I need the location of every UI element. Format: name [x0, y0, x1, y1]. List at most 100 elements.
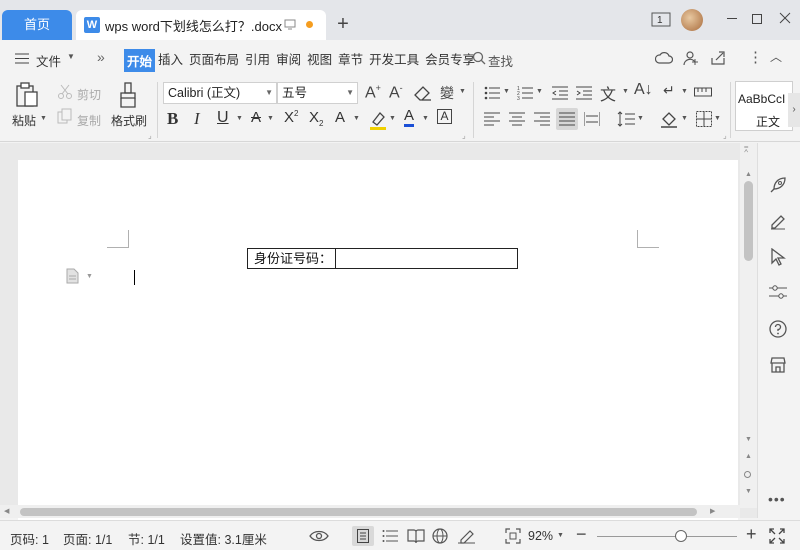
zoom-slider-thumb[interactable] — [675, 530, 687, 542]
hamburger-icon[interactable] — [15, 53, 29, 64]
eye-protection-icon[interactable] — [309, 529, 329, 543]
cloud-sync-icon[interactable] — [655, 51, 673, 65]
id-number-input-cell[interactable] — [336, 249, 517, 268]
justify-button[interactable] — [556, 108, 578, 130]
tab-home[interactable]: 首页 — [2, 10, 72, 40]
store-icon[interactable] — [769, 356, 787, 374]
paste-icon[interactable] — [15, 82, 39, 108]
select-pointer-icon[interactable] — [770, 248, 786, 266]
distributed-align-icon[interactable] — [584, 112, 600, 126]
font-name-select[interactable]: Calibri (正文) ▼ — [163, 82, 277, 104]
strikethrough-dropdown-icon[interactable]: ▼ — [267, 115, 274, 122]
reading-view-icon[interactable] — [407, 528, 425, 544]
shading-dropdown-icon[interactable]: ▼ — [681, 115, 688, 122]
cut-button[interactable]: 剪切 — [77, 86, 101, 103]
scroll-left-icon[interactable]: ◀ — [4, 507, 9, 515]
scroll-up-icon[interactable]: ▲ — [745, 171, 752, 178]
paragraph-launcher-icon[interactable]: ⌟ — [723, 131, 727, 140]
sort-icon[interactable]: A↓ — [634, 81, 653, 99]
status-page-number[interactable]: 页码: 1 — [10, 529, 49, 548]
bullet-list-icon[interactable] — [484, 86, 500, 100]
format-painter-button[interactable]: 格式刷 — [111, 112, 147, 129]
zoom-level[interactable]: 92% — [528, 529, 553, 543]
bullet-dropdown-icon[interactable]: ▼ — [503, 88, 510, 95]
superscript-button[interactable]: X2 — [284, 109, 298, 126]
search-icon[interactable] — [472, 51, 486, 65]
export-icon[interactable] — [710, 50, 726, 66]
menu-tab-3[interactable]: 引用 — [242, 49, 273, 72]
page-view-button[interactable] — [352, 526, 374, 546]
paragraph-handle-dropdown-icon[interactable]: ▼ — [86, 273, 93, 280]
style-normal-tile[interactable]: AaBbCcI 正文 — [735, 81, 793, 131]
settings-sliders-icon[interactable] — [769, 284, 787, 300]
underline-dropdown-icon[interactable]: ▼ — [236, 115, 243, 122]
phonetic-dropdown-icon[interactable]: ▼ — [459, 88, 466, 95]
show-marks-dropdown-icon[interactable]: ▼ — [681, 88, 688, 95]
format-painter-icon[interactable] — [118, 82, 138, 108]
strikethrough-button[interactable]: A — [251, 109, 261, 126]
font-color-button[interactable]: A — [404, 108, 415, 127]
styles-scroll-right-icon[interactable]: › — [788, 93, 800, 127]
more-tabs-icon[interactable]: » — [97, 49, 105, 65]
close-button[interactable] — [778, 11, 792, 25]
search-label[interactable]: 查找 — [488, 51, 513, 70]
menu-tab-2[interactable]: 页面布局 — [186, 49, 242, 72]
numbered-dropdown-icon[interactable]: ▼ — [536, 88, 543, 95]
collapse-ribbon-icon[interactable]: ︿ — [770, 48, 782, 65]
grow-font-icon[interactable]: A+ — [365, 83, 381, 102]
pen-edit-icon[interactable] — [769, 212, 787, 230]
italic-button[interactable]: I — [194, 109, 200, 129]
maximize-button[interactable] — [752, 14, 762, 24]
prev-page-icon[interactable]: ▲ — [745, 453, 752, 460]
text-effect-button[interactable]: A — [335, 109, 345, 126]
more-options-icon[interactable]: ⋮ — [748, 48, 763, 66]
font-color-dropdown-icon[interactable]: ▼ — [422, 115, 429, 122]
document-page[interactable]: 身份证号码： ▼ — [18, 160, 738, 520]
scroll-right-icon[interactable]: ▶ — [710, 507, 715, 515]
numbered-list-icon[interactable]: 123 — [517, 86, 533, 100]
zoom-in-button[interactable]: + — [746, 524, 757, 545]
minimize-button[interactable] — [727, 18, 737, 19]
status-setting-value[interactable]: 设置值: 3.1厘米 — [180, 529, 267, 548]
bold-button[interactable]: B — [167, 109, 178, 129]
line-spacing-dropdown-icon[interactable]: ▼ — [637, 115, 644, 122]
align-center-icon[interactable] — [509, 112, 525, 126]
screen-icon[interactable] — [284, 18, 296, 30]
help-icon[interactable] — [769, 320, 787, 338]
phonetic-guide-icon[interactable]: 變 — [440, 83, 454, 103]
fullscreen-icon[interactable] — [769, 528, 785, 544]
scissors-icon[interactable] — [57, 84, 73, 100]
file-dropdown-icon[interactable]: ▼ — [67, 52, 75, 61]
tab-document[interactable]: W wps word下划线怎么打？.docx — [76, 10, 326, 40]
menu-file[interactable]: 文件 — [33, 51, 64, 70]
menu-tab-7[interactable]: 开发工具 — [366, 49, 422, 72]
scroll-top-icon[interactable]: ⩞ — [744, 147, 748, 155]
align-right-icon[interactable] — [534, 112, 550, 126]
horizontal-scrollbar[interactable]: ◀ ▶ — [0, 505, 740, 518]
menu-tab-8[interactable]: 会员专享 — [422, 49, 478, 72]
paste-dropdown-icon[interactable]: ▼ — [40, 115, 47, 122]
highlight-dropdown-icon[interactable]: ▼ — [389, 115, 396, 122]
underline-button[interactable]: U — [217, 109, 229, 127]
web-view-icon[interactable] — [432, 528, 448, 544]
status-page-count[interactable]: 页面: 1/1 — [63, 529, 112, 548]
scroll-down-icon[interactable]: ▼ — [745, 436, 752, 443]
paste-button[interactable]: 粘贴 — [12, 112, 36, 129]
ruler-icon[interactable] — [694, 86, 712, 98]
paragraph-handle-icon[interactable] — [66, 268, 80, 284]
menu-tab-4[interactable]: 审阅 — [273, 49, 304, 72]
line-spacing-icon[interactable] — [617, 111, 635, 127]
window-count-icon[interactable]: 1 — [651, 12, 671, 27]
clear-format-icon[interactable] — [414, 86, 432, 102]
clipboard-launcher-icon[interactable]: ⌟ — [148, 131, 152, 140]
fit-page-icon[interactable] — [505, 528, 521, 544]
copy-button[interactable]: 复制 — [77, 112, 101, 129]
avatar[interactable] — [681, 9, 703, 31]
zoom-slider-track[interactable] — [597, 530, 737, 542]
horizontal-scroll-thumb[interactable] — [20, 508, 697, 516]
menu-tab-1[interactable]: 插入 — [155, 49, 186, 72]
menu-tab-0[interactable]: 开始 — [124, 49, 156, 72]
vertical-scroll-thumb[interactable] — [744, 181, 753, 261]
increase-indent-icon[interactable] — [576, 86, 592, 100]
copy-icon[interactable] — [57, 108, 73, 124]
